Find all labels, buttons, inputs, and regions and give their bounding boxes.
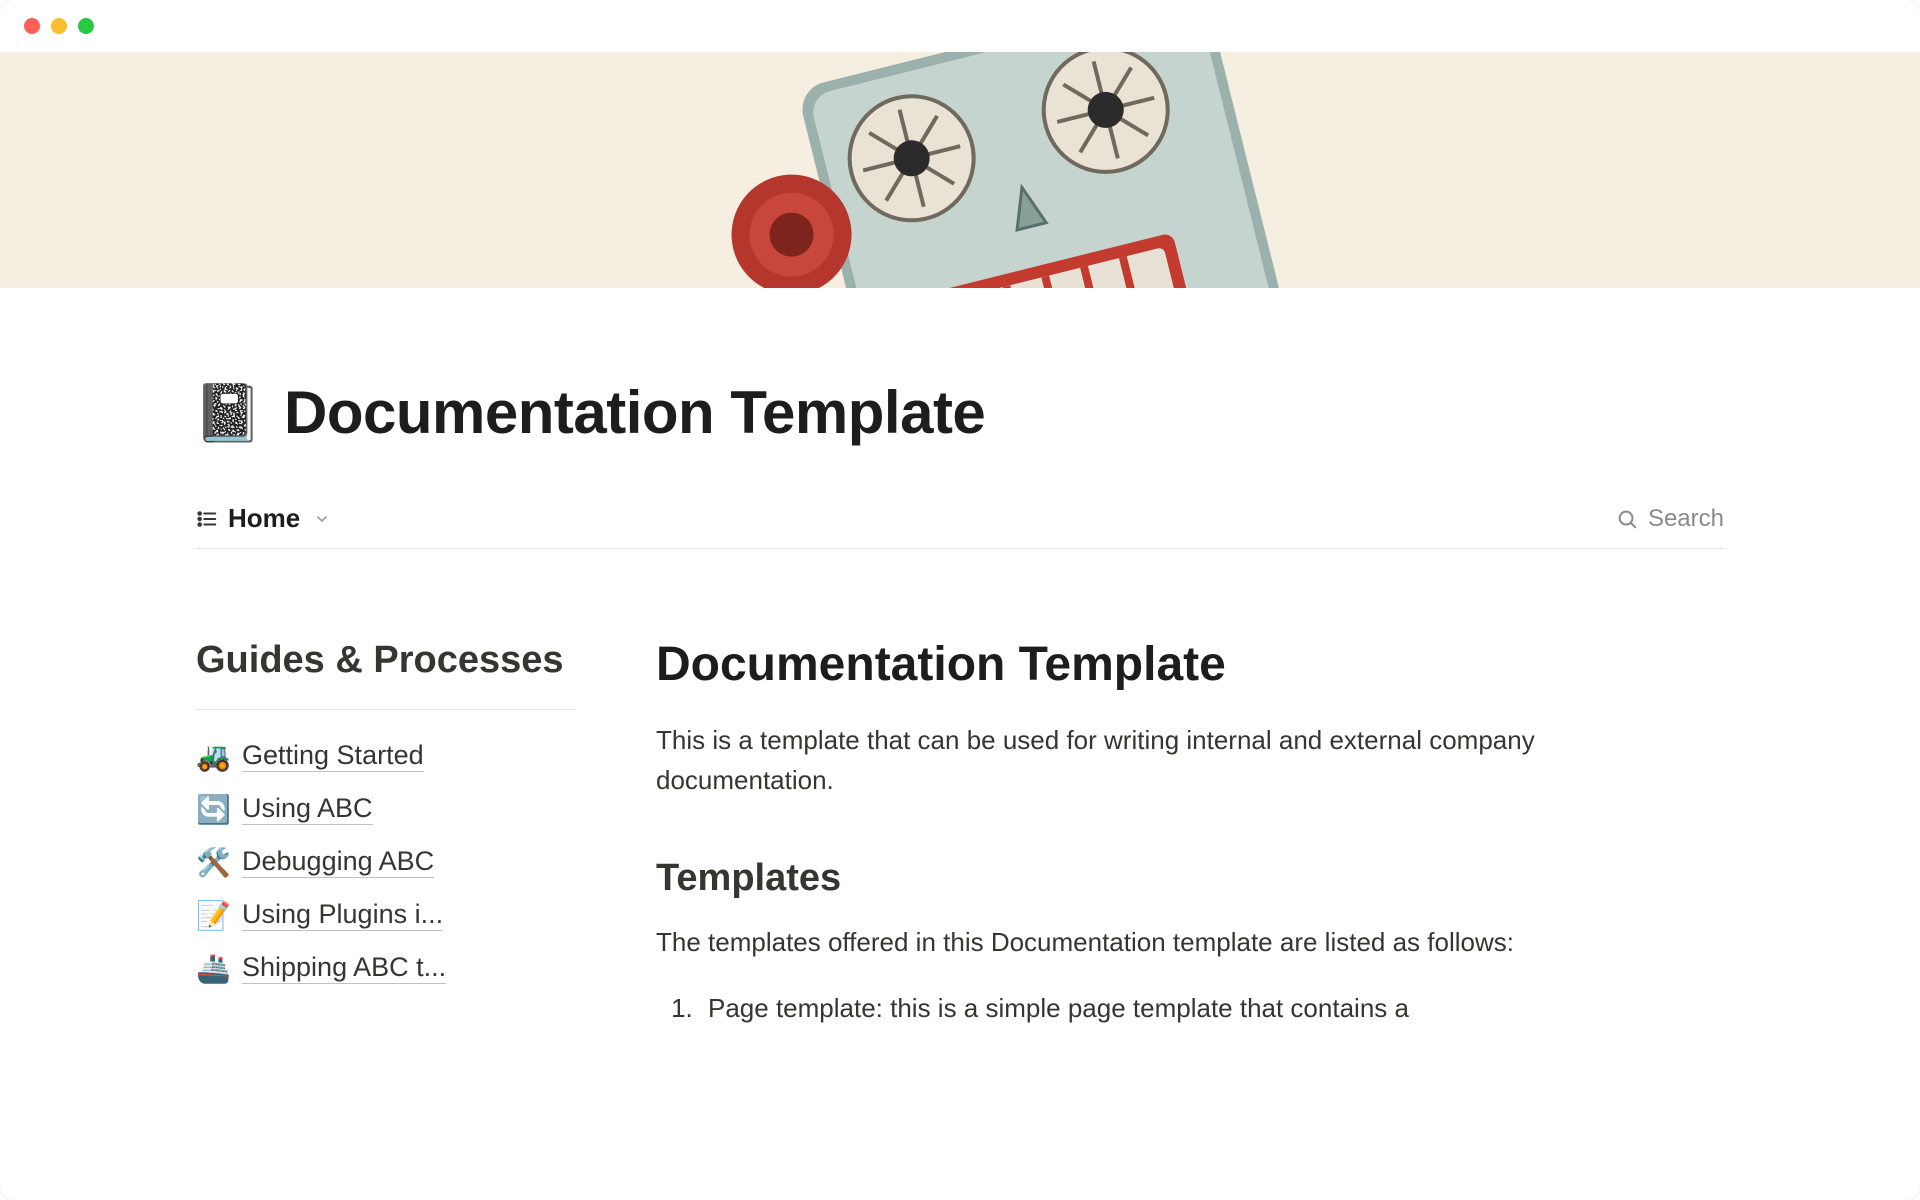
sidebar-item-getting-started[interactable]: 🚜 Getting Started xyxy=(196,730,576,783)
sidebar-item-label: Shipping ABC t... xyxy=(242,952,446,984)
sidebar-item-label: Debugging ABC xyxy=(242,846,434,878)
list-item: Page template: this is a simple page tem… xyxy=(700,988,1596,1028)
sidebar-item-debugging-abc[interactable]: 🛠️ Debugging ABC xyxy=(196,836,576,889)
page-icon[interactable]: 📓 xyxy=(196,381,260,445)
window-controls xyxy=(24,18,94,34)
search-icon xyxy=(1616,508,1638,530)
view-toolbar: Home Search xyxy=(196,503,1724,549)
cover-image[interactable] xyxy=(0,52,1920,288)
sidebar-item-label: Using Plugins i... xyxy=(242,899,443,931)
section-lead: The templates offered in this Documentat… xyxy=(656,922,1596,962)
search-button[interactable]: Search xyxy=(1616,505,1724,533)
sidebar-item-label: Getting Started xyxy=(242,740,424,772)
fullscreen-window-button[interactable] xyxy=(78,18,94,34)
refresh-icon: 🔄 xyxy=(196,793,230,826)
robot-illustration xyxy=(680,52,1330,288)
sidebar: Guides & Processes 🚜 Getting Started 🔄 Usi… xyxy=(196,637,576,1028)
main-content: Documentation Template This is a templat… xyxy=(656,637,1724,1028)
minimize-window-button[interactable] xyxy=(51,18,67,34)
list-icon xyxy=(196,508,218,530)
sidebar-heading: Guides & Processes xyxy=(196,637,576,685)
page-title[interactable]: Documentation Template xyxy=(284,378,985,447)
content-heading: Documentation Template xyxy=(656,637,1724,692)
sidebar-item-using-plugins[interactable]: 📝 Using Plugins i... xyxy=(196,889,576,942)
sidebar-item-label: Using ABC xyxy=(242,793,373,825)
view-switcher[interactable]: Home xyxy=(196,503,330,534)
window-titlebar xyxy=(0,0,1920,52)
memo-icon: 📝 xyxy=(196,899,230,932)
templates-list: Page template: this is a simple page tem… xyxy=(656,988,1596,1028)
sidebar-item-using-abc[interactable]: 🔄 Using ABC xyxy=(196,783,576,836)
tools-icon: 🛠️ xyxy=(196,846,230,879)
page-header: 📓 Documentation Template xyxy=(0,288,1920,447)
sidebar-divider xyxy=(196,709,576,710)
chevron-down-icon xyxy=(314,511,330,527)
section-heading-templates: Templates xyxy=(656,857,1724,900)
content-intro: This is a template that can be used for … xyxy=(656,720,1596,801)
tractor-icon: 🚜 xyxy=(196,740,230,773)
ship-icon: 🚢 xyxy=(196,952,230,985)
view-label: Home xyxy=(228,503,300,534)
search-label: Search xyxy=(1648,505,1724,533)
app-window: 📓 Documentation Template Home Search xyxy=(0,0,1920,1200)
sidebar-item-shipping-abc[interactable]: 🚢 Shipping ABC t... xyxy=(196,942,576,995)
close-window-button[interactable] xyxy=(24,18,40,34)
sidebar-list: 🚜 Getting Started 🔄 Using ABC 🛠️ Debugging … xyxy=(196,730,576,995)
